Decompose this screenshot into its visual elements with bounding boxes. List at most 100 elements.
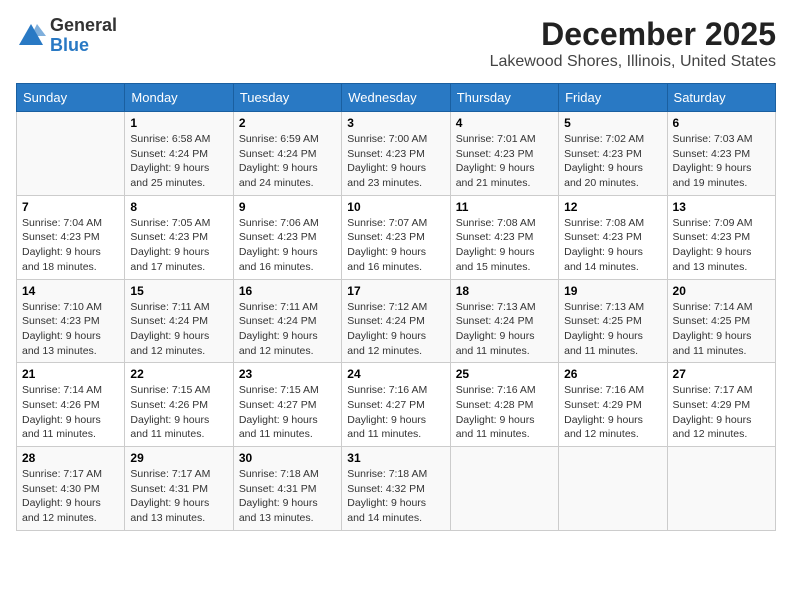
- day-info: Sunrise: 6:58 AM Sunset: 4:24 PM Dayligh…: [130, 132, 227, 191]
- calendar-cell: 23Sunrise: 7:15 AM Sunset: 4:27 PM Dayli…: [233, 363, 341, 447]
- day-info: Sunrise: 7:18 AM Sunset: 4:32 PM Dayligh…: [347, 467, 444, 526]
- calendar-cell: 2Sunrise: 6:59 AM Sunset: 4:24 PM Daylig…: [233, 112, 341, 196]
- day-info: Sunrise: 7:08 AM Sunset: 4:23 PM Dayligh…: [456, 216, 553, 275]
- day-number: 30: [239, 451, 336, 465]
- calendar-cell: 4 Sunrise: 7:01 AM Sunset: 4:23 PM Daylig…: [450, 112, 558, 196]
- day-info: Sunrise: 7:01 AM Sunset: 4:23 PM Dayligh…: [456, 132, 553, 191]
- day-info: Sunrise: 7:06 AM Sunset: 4:23 PM Dayligh…: [239, 216, 336, 275]
- day-number: 12: [564, 200, 661, 214]
- day-info: Sunrise: 7:02 AM Sunset: 4:23 PM Dayligh…: [564, 132, 661, 191]
- logo-blue: Blue: [50, 36, 117, 56]
- day-info: Sunrise: 7:09 AM Sunset: 4:23 PM Dayligh…: [673, 216, 770, 275]
- day-info: Sunrise: 7:04 AM Sunset: 4:23 PM Dayligh…: [22, 216, 119, 275]
- day-header-monday: Monday: [125, 84, 233, 112]
- day-number: 18: [456, 284, 553, 298]
- day-number: 20: [673, 284, 770, 298]
- calendar-cell: 10 Sunrise: 7:07 AM Sunset: 4:23 PM Dayli…: [342, 195, 450, 279]
- day-number: 29: [130, 451, 227, 465]
- calendar-cell: 20 Sunrise: 7:14 AM Sunset: 4:25 PM Dayli…: [667, 279, 775, 363]
- day-number: 5: [564, 116, 661, 130]
- calendar-cell: 6Sunrise: 7:03 AM Sunset: 4:23 PM Daylig…: [667, 112, 775, 196]
- calendar-cell: [450, 447, 558, 531]
- calendar-cell: 12 Sunrise: 7:08 AM Sunset: 4:23 PM Dayli…: [559, 195, 667, 279]
- calendar-body: 1 Sunrise: 6:58 AM Sunset: 4:24 PM Daylig…: [17, 112, 776, 531]
- day-info: Sunrise: 7:16 AM Sunset: 4:28 PM Dayligh…: [456, 383, 553, 442]
- calendar-cell: 25Sunrise: 7:16 AM Sunset: 4:28 PM Dayli…: [450, 363, 558, 447]
- day-info: Sunrise: 7:17 AM Sunset: 4:29 PM Dayligh…: [673, 383, 770, 442]
- day-number: 3: [347, 116, 444, 130]
- day-header-sunday: Sunday: [17, 84, 125, 112]
- day-number: 27: [673, 367, 770, 381]
- page-header: General Blue December 2025 Lakewood Shor…: [16, 16, 776, 71]
- logo-text: General Blue: [50, 16, 117, 56]
- day-info: Sunrise: 7:16 AM Sunset: 4:27 PM Dayligh…: [347, 383, 444, 442]
- day-number: 26: [564, 367, 661, 381]
- day-info: Sunrise: 7:14 AM Sunset: 4:25 PM Dayligh…: [673, 300, 770, 359]
- logo: General Blue: [16, 16, 117, 56]
- calendar-cell: 31 Sunrise: 7:18 AM Sunset: 4:32 PM Dayli…: [342, 447, 450, 531]
- day-header-wednesday: Wednesday: [342, 84, 450, 112]
- day-info: Sunrise: 7:08 AM Sunset: 4:23 PM Dayligh…: [564, 216, 661, 275]
- day-number: 13: [673, 200, 770, 214]
- calendar-cell: 9Sunrise: 7:06 AM Sunset: 4:23 PM Daylig…: [233, 195, 341, 279]
- calendar-cell: 28 Sunrise: 7:17 AM Sunset: 4:30 PM Dayli…: [17, 447, 125, 531]
- day-info: Sunrise: 7:18 AM Sunset: 4:31 PM Dayligh…: [239, 467, 336, 526]
- day-number: 22: [130, 367, 227, 381]
- day-info: Sunrise: 7:13 AM Sunset: 4:25 PM Dayligh…: [564, 300, 661, 359]
- day-info: Sunrise: 7:00 AM Sunset: 4:23 PM Dayligh…: [347, 132, 444, 191]
- title-block: December 2025 Lakewood Shores, Illinois,…: [490, 16, 776, 71]
- calendar-cell: 7 Sunrise: 7:04 AM Sunset: 4:23 PM Daylig…: [17, 195, 125, 279]
- calendar-cell: 26 Sunrise: 7:16 AM Sunset: 4:29 PM Dayli…: [559, 363, 667, 447]
- calendar-title: December 2025: [490, 16, 776, 53]
- calendar-cell: 16Sunrise: 7:11 AM Sunset: 4:24 PM Dayli…: [233, 279, 341, 363]
- week-row-1: 1 Sunrise: 6:58 AM Sunset: 4:24 PM Daylig…: [17, 112, 776, 196]
- calendar-cell: 5 Sunrise: 7:02 AM Sunset: 4:23 PM Daylig…: [559, 112, 667, 196]
- day-info: Sunrise: 7:15 AM Sunset: 4:27 PM Dayligh…: [239, 383, 336, 442]
- day-info: Sunrise: 7:16 AM Sunset: 4:29 PM Dayligh…: [564, 383, 661, 442]
- day-number: 24: [347, 367, 444, 381]
- calendar-cell: 8Sunrise: 7:05 AM Sunset: 4:23 PM Daylig…: [125, 195, 233, 279]
- day-header-thursday: Thursday: [450, 84, 558, 112]
- week-row-4: 21Sunrise: 7:14 AM Sunset: 4:26 PM Dayli…: [17, 363, 776, 447]
- day-number: 7: [22, 200, 119, 214]
- day-info: Sunrise: 7:13 AM Sunset: 4:24 PM Dayligh…: [456, 300, 553, 359]
- calendar-table: SundayMondayTuesdayWednesdayThursdayFrid…: [16, 83, 776, 531]
- week-row-2: 7 Sunrise: 7:04 AM Sunset: 4:23 PM Daylig…: [17, 195, 776, 279]
- calendar-cell: 3 Sunrise: 7:00 AM Sunset: 4:23 PM Daylig…: [342, 112, 450, 196]
- calendar-cell: [559, 447, 667, 531]
- calendar-cell: 24 Sunrise: 7:16 AM Sunset: 4:27 PM Dayli…: [342, 363, 450, 447]
- calendar-cell: [667, 447, 775, 531]
- day-info: Sunrise: 7:05 AM Sunset: 4:23 PM Dayligh…: [130, 216, 227, 275]
- day-number: 19: [564, 284, 661, 298]
- calendar-cell: 14Sunrise: 7:10 AM Sunset: 4:23 PM Dayli…: [17, 279, 125, 363]
- days-row: SundayMondayTuesdayWednesdayThursdayFrid…: [17, 84, 776, 112]
- day-number: 31: [347, 451, 444, 465]
- calendar-cell: 11Sunrise: 7:08 AM Sunset: 4:23 PM Dayli…: [450, 195, 558, 279]
- day-info: Sunrise: 7:15 AM Sunset: 4:26 PM Dayligh…: [130, 383, 227, 442]
- calendar-cell: 15Sunrise: 7:11 AM Sunset: 4:24 PM Dayli…: [125, 279, 233, 363]
- day-info: Sunrise: 7:07 AM Sunset: 4:23 PM Dayligh…: [347, 216, 444, 275]
- day-info: Sunrise: 7:12 AM Sunset: 4:24 PM Dayligh…: [347, 300, 444, 359]
- day-number: 15: [130, 284, 227, 298]
- day-number: 16: [239, 284, 336, 298]
- calendar-cell: 13 Sunrise: 7:09 AM Sunset: 4:23 PM Dayli…: [667, 195, 775, 279]
- day-header-saturday: Saturday: [667, 84, 775, 112]
- day-number: 14: [22, 284, 119, 298]
- calendar-cell: 17 Sunrise: 7:12 AM Sunset: 4:24 PM Dayli…: [342, 279, 450, 363]
- day-number: 10: [347, 200, 444, 214]
- calendar-cell: 30 Sunrise: 7:18 AM Sunset: 4:31 PM Dayli…: [233, 447, 341, 531]
- day-number: 1: [130, 116, 227, 130]
- day-number: 4: [456, 116, 553, 130]
- calendar-cell: 21Sunrise: 7:14 AM Sunset: 4:26 PM Dayli…: [17, 363, 125, 447]
- day-number: 2: [239, 116, 336, 130]
- calendar-cell: 18 Sunrise: 7:13 AM Sunset: 4:24 PM Dayli…: [450, 279, 558, 363]
- calendar-cell: 1 Sunrise: 6:58 AM Sunset: 4:24 PM Daylig…: [125, 112, 233, 196]
- day-header-friday: Friday: [559, 84, 667, 112]
- calendar-cell: 22 Sunrise: 7:15 AM Sunset: 4:26 PM Dayli…: [125, 363, 233, 447]
- logo-icon: [16, 21, 46, 51]
- calendar-cell: 19 Sunrise: 7:13 AM Sunset: 4:25 PM Dayli…: [559, 279, 667, 363]
- day-info: Sunrise: 7:17 AM Sunset: 4:30 PM Dayligh…: [22, 467, 119, 526]
- calendar-cell: [17, 112, 125, 196]
- day-number: 17: [347, 284, 444, 298]
- day-number: 28: [22, 451, 119, 465]
